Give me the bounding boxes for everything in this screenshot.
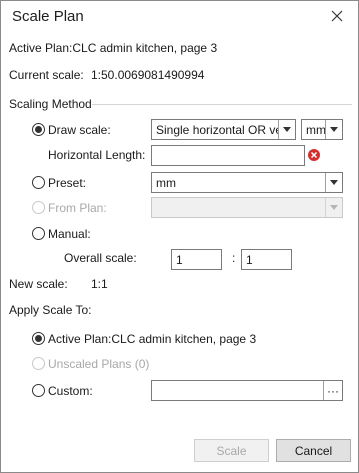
overall-scale-label: Overall scale: xyxy=(64,251,137,265)
preset-select[interactable]: mm xyxy=(151,172,343,193)
apply-scale-heading: Apply Scale To: xyxy=(9,303,92,317)
draw-scale-unit-value: mm xyxy=(306,123,326,137)
manual-radio[interactable] xyxy=(32,227,45,240)
close-button[interactable] xyxy=(326,6,348,26)
scale-separator: : xyxy=(232,251,236,265)
apply-active-plan-label: Active Plan:CLC admin kitchen, page 3 xyxy=(48,332,257,346)
section-divider xyxy=(92,104,352,105)
from-plan-select[interactable] xyxy=(151,197,343,218)
from-plan-label: From Plan: xyxy=(48,201,107,215)
draw-scale-unit-select[interactable]: mm xyxy=(301,119,343,140)
scale-plan-dialog: Scale Plan Active Plan:CLC admin kitchen… xyxy=(0,0,359,473)
apply-active-plan-radio[interactable] xyxy=(32,332,45,345)
apply-custom-label: Custom: xyxy=(48,384,93,398)
preset-radio[interactable] xyxy=(32,176,45,189)
overall-scale-right-input[interactable] xyxy=(241,249,292,270)
horizontal-length-input[interactable] xyxy=(151,145,305,166)
scale-button[interactable]: Scale xyxy=(194,439,269,462)
draw-scale-label: Draw scale: xyxy=(48,123,111,137)
cancel-button[interactable]: Cancel xyxy=(276,439,351,462)
chevron-down-icon xyxy=(325,120,342,139)
apply-custom-radio[interactable] xyxy=(32,384,45,397)
from-plan-radio[interactable] xyxy=(32,201,45,214)
chevron-down-icon xyxy=(325,173,342,192)
draw-scale-mode-select[interactable]: Single horizontal OR verti xyxy=(151,119,296,140)
preset-label: Preset: xyxy=(48,176,87,190)
draw-scale-radio[interactable] xyxy=(32,123,45,136)
new-scale-label: New scale: xyxy=(9,277,68,291)
new-scale-value: 1:1 xyxy=(91,277,108,291)
apply-unscaled-radio[interactable] xyxy=(32,357,45,370)
manual-label: Manual: xyxy=(48,227,91,241)
current-scale-value: 1:50.0069081490994 xyxy=(91,68,205,82)
horizontal-length-label: Horizontal Length: xyxy=(48,148,146,162)
close-icon xyxy=(331,10,343,22)
apply-unscaled-label: Unscaled Plans (0) xyxy=(48,357,150,371)
overall-scale-left-input[interactable] xyxy=(171,249,222,270)
draw-scale-mode-value: Single horizontal OR verti xyxy=(156,123,293,137)
chevron-down-icon xyxy=(325,198,342,217)
scaling-method-heading: Scaling Method xyxy=(9,97,92,111)
browse-button[interactable]: ··· xyxy=(323,381,342,400)
preset-value: mm xyxy=(156,176,176,190)
error-icon xyxy=(308,149,320,161)
current-scale-label: Current scale: xyxy=(9,68,84,82)
dialog-title: Scale Plan xyxy=(12,8,84,25)
custom-path-field[interactable]: ··· xyxy=(151,380,343,401)
chevron-down-icon xyxy=(278,120,295,139)
active-plan-text: Active Plan:CLC admin kitchen, page 3 xyxy=(9,41,218,55)
